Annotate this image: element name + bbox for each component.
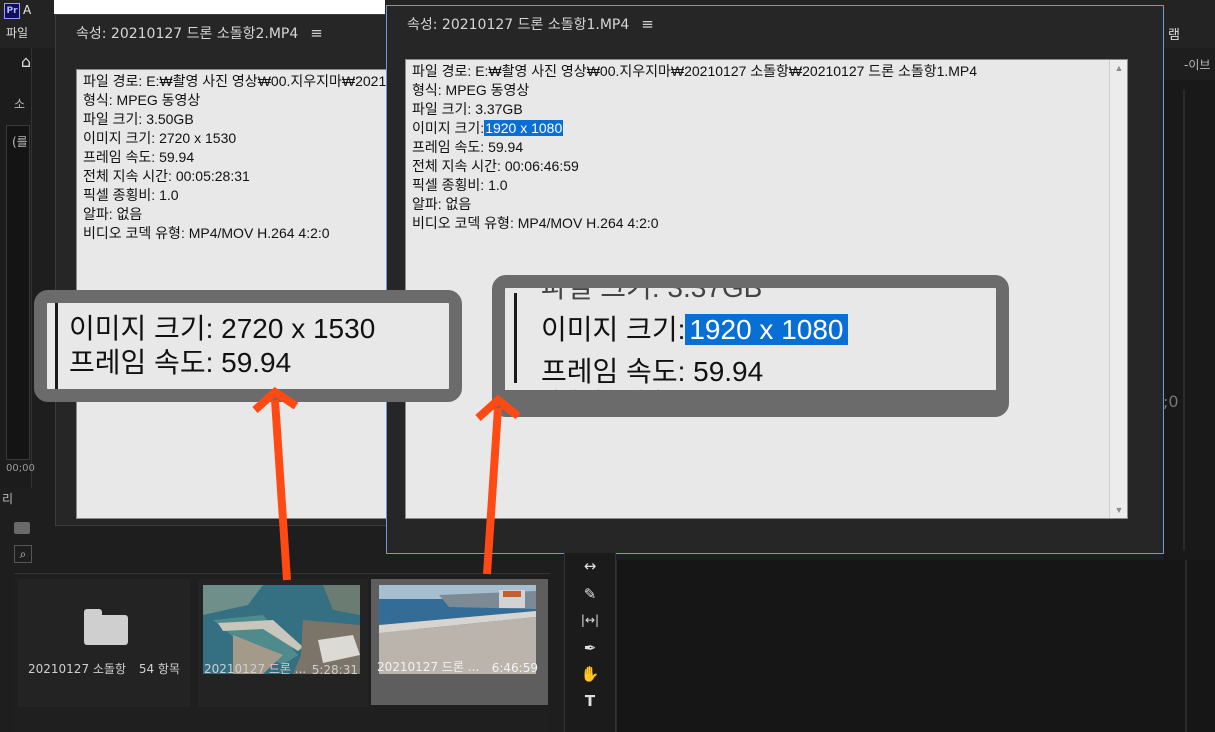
panel-tab-fragment[interactable]: -이브 [1184,56,1210,73]
prop-codec: 비디오 코덱 유형: MP4/MOV H.264 4:2:0 [412,215,659,231]
panel-title: 속성: 20210127 드론 소돌항2.MP4 [76,26,299,42]
prop-pixel-aspect: 픽셀 종횡비: 1.0 [412,177,508,193]
scroll-down-icon[interactable]: ▼ [1113,504,1125,516]
right-panel [1163,80,1215,560]
bin-item-name: 20210127 드론 ... [204,662,307,676]
bin-item-name: 20210127 소돌항 [28,662,127,676]
prop-file-path: 파일 경로: E:₩촬영 사진 영상₩00.지우지마₩20210127 소돌항₩… [83,73,406,89]
scroll-up-icon[interactable]: ▲ [1113,62,1125,74]
prop-alpha: 알파: 없음 [83,206,143,222]
left-panel-content [6,125,30,460]
prop-image-size: 이미지 크기: 2720 x 1530 [83,130,237,146]
premiere-logo-icon: Pr [4,3,20,19]
prop-image-size-label: 이미지 크기: [412,120,485,136]
zoom-callout-clip2: 이미지 크기: 2720 x 1530 프레임 속도: 59.94 [34,290,462,402]
ripple-edit-tool-icon[interactable]: ↔ [577,555,603,577]
new-bin-icon[interactable] [14,522,30,534]
timeline-area [615,560,1215,732]
tools-panel: ↔ ✎ |↔| ✒ ✋ T [564,553,616,732]
bin-item-duration: 6:46:59 [491,661,538,675]
panel-header: 속성: 20210127 드론 소돌항1.MP4 ≡ [387,6,1163,42]
prop-frame-rate: 프레임 속도: 59.94 [83,149,195,165]
prop-frame-rate: 프레임 속도: 59.94 [412,139,524,155]
prop-file-size: 파일 크기: 3.50GB [83,111,194,127]
type-tool-icon[interactable]: T [577,690,603,712]
pen-tool-icon[interactable]: ✒ [577,637,603,659]
zoom-image-size: 이미지 크기: 1920 x 1080 [541,314,848,346]
prop-format: 형식: MPEG 동영상 [412,82,530,98]
white-strip [54,0,385,14]
panel-menu-icon[interactable]: ≡ [310,24,323,42]
prop-duration: 전체 지속 시간: 00:06:46:59 [412,158,579,174]
zoom-file-size-partial: 파일 크기: 3.37GB [541,275,763,303]
panel-title: 속성: 20210127 드론 소돌항1.MP4 [407,17,630,33]
program-timecode-fragment: ;0 [1163,392,1179,411]
slip-tool-icon[interactable]: |↔| [577,609,603,631]
prop-format: 형식: MPEG 동영상 [83,92,201,108]
folder-icon [84,609,128,645]
left-timecode: 00;00 [6,463,35,474]
zoom-image-size: 이미지 크기: 2720 x 1530 [69,313,376,344]
zoom-callout-clip1: 파일 크기: 3.37GB 이미지 크기: 1920 x 1080 프레임 속도:… [492,275,1009,417]
menu-fragment-right[interactable]: 램 [1168,24,1180,43]
selected-image-size[interactable]: 1920 x 1080 [484,120,564,136]
home-icon[interactable]: ⌂ [16,52,36,72]
left-panel-hint: (를 [12,135,28,149]
bin-item-name: 20210127 드론 ... [377,660,480,674]
menu-file[interactable]: 파일 [6,24,28,41]
zoom-frame-rate: 프레임 속도: 59.94 [69,347,292,378]
prop-file-path: 파일 경로: E:₩촬영 사진 영상₩00.지우지마₩20210127 소돌항₩… [412,63,978,79]
prop-codec: 비디오 코덱 유형: MP4/MOV H.264 4:2:0 [83,225,330,241]
left-panel-label: 소 [14,97,26,111]
bin-item-count: 54 항목 [138,662,180,676]
bin-clip-item-selected[interactable]: 20210127 드론 ... 6:46:59 [371,579,548,705]
project-panel-label: 리 [2,492,14,506]
search-icon[interactable]: ⌕ [14,545,32,563]
zoom-image-size-value: 1920 x 1080 [685,314,848,345]
properties-panel-clip2: 속성: 20210127 드론 소돌항2.MP4 ≡ 파일 경로: E:₩촬영 … [55,14,406,526]
panel-menu-icon[interactable]: ≡ [641,15,654,33]
razor-tool-icon[interactable]: ✎ [577,583,603,605]
panel-header: 속성: 20210127 드론 소돌항2.MP4 ≡ [56,15,389,51]
vertical-scrollbar[interactable]: ▲ ▼ [1109,60,1127,518]
prop-file-size: 파일 크기: 3.37GB [412,101,523,117]
prop-duration: 전체 지속 시간: 00:05:28:31 [83,168,250,184]
project-bin: 20210127 소돌항 54 항목 20210127 드론 ... 5:28:… [14,573,550,732]
zoom-image-size-label: 이미지 크기: [541,314,686,345]
bin-folder-item[interactable]: 20210127 소돌항 54 항목 [18,579,190,707]
bin-item-duration: 5:28:31 [311,663,358,677]
prop-image-size: 이미지 크기:1920 x 1080 [412,119,1121,138]
hand-tool-icon[interactable]: ✋ [577,663,603,685]
app-title-fragment: A [23,3,32,17]
prop-pixel-aspect: 픽셀 종횡비: 1.0 [83,187,179,203]
prop-alpha: 알파: 없음 [412,196,472,212]
bin-clip-item[interactable]: 20210127 드론 ... 5:28:31 [198,579,368,707]
